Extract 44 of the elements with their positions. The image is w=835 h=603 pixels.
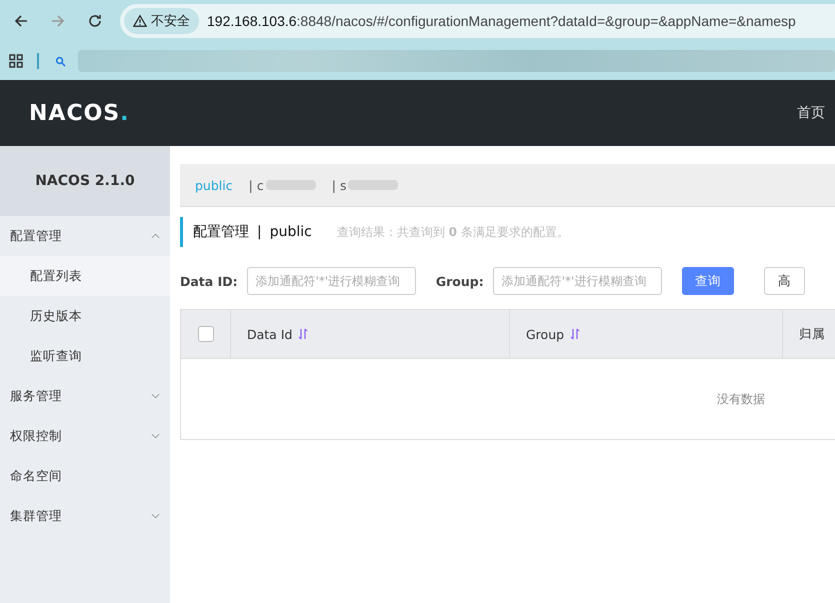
- separator: |: [332, 178, 336, 192]
- namespace-tab[interactable]: c: [256, 178, 264, 192]
- reload-icon[interactable]: [87, 13, 103, 29]
- back-icon[interactable]: [13, 13, 29, 29]
- url-text: 192.168.103.6:8848/nacos/#/configurationManagement?dataId=&group=&appName=&namesp: [207, 13, 796, 29]
- menu-item[interactable]: 权限控制: [0, 416, 170, 456]
- sort-icon[interactable]: [570, 328, 580, 340]
- filter-label: Group:: [436, 274, 484, 288]
- page-title: 配置管理 | public: [193, 223, 312, 241]
- menu-item[interactable]: 命名空间: [0, 456, 170, 496]
- menu-item[interactable]: 服务管理: [0, 376, 170, 416]
- blurred-text: [266, 180, 316, 190]
- sort-icon[interactable]: [298, 328, 308, 340]
- separator: |: [248, 178, 253, 192]
- submenu-item[interactable]: 监听查询: [0, 336, 170, 376]
- chevron-icon: [151, 433, 160, 439]
- select-all-checkbox[interactable]: [198, 326, 214, 342]
- column-header: 归属: [798, 324, 826, 342]
- chevron-icon: [151, 393, 160, 399]
- home-link[interactable]: 首页: [797, 104, 825, 122]
- chevron-icon: [151, 513, 160, 519]
- address-bar[interactable]: 不安全 192.168.103.6:8848/nacos/#/configurationManagement?dataId=&group=&appName=&namesp: [120, 4, 835, 38]
- warning-icon: [133, 14, 147, 28]
- result-summary: 查询结果：共查询到 0 条满足要求的配置。: [336, 224, 569, 240]
- nacos-logo[interactable]: NACOS.: [29, 100, 130, 126]
- forward-icon[interactable]: [50, 13, 66, 29]
- chevron-icon: [151, 233, 160, 239]
- blurred-text: [348, 180, 398, 190]
- filter-label: Data ID:: [180, 274, 238, 288]
- query-button[interactable]: 高: [764, 267, 805, 295]
- namespace-tab[interactable]: s: [340, 178, 346, 192]
- apps-grid-icon[interactable]: [9, 54, 23, 68]
- menu-item[interactable]: 集群管理: [0, 496, 170, 536]
- empty-message: 没有数据: [716, 390, 766, 408]
- column-header: Group: [510, 310, 783, 358]
- security-chip[interactable]: 不安全: [124, 8, 199, 34]
- search-icon[interactable]: [55, 56, 66, 66]
- input-field[interactable]: 添加通配符'*'进行模糊查询: [492, 267, 662, 295]
- column-header: Data Id: [231, 310, 510, 358]
- submenu-item[interactable]: 配置列表: [0, 256, 170, 296]
- submenu-item[interactable]: 历史版本: [0, 296, 170, 336]
- input-field[interactable]: 添加通配符'*'进行模糊查询: [246, 267, 416, 295]
- version-title: NACOS 2.1.0: [0, 146, 170, 216]
- menu-item[interactable]: 配置管理: [0, 216, 170, 256]
